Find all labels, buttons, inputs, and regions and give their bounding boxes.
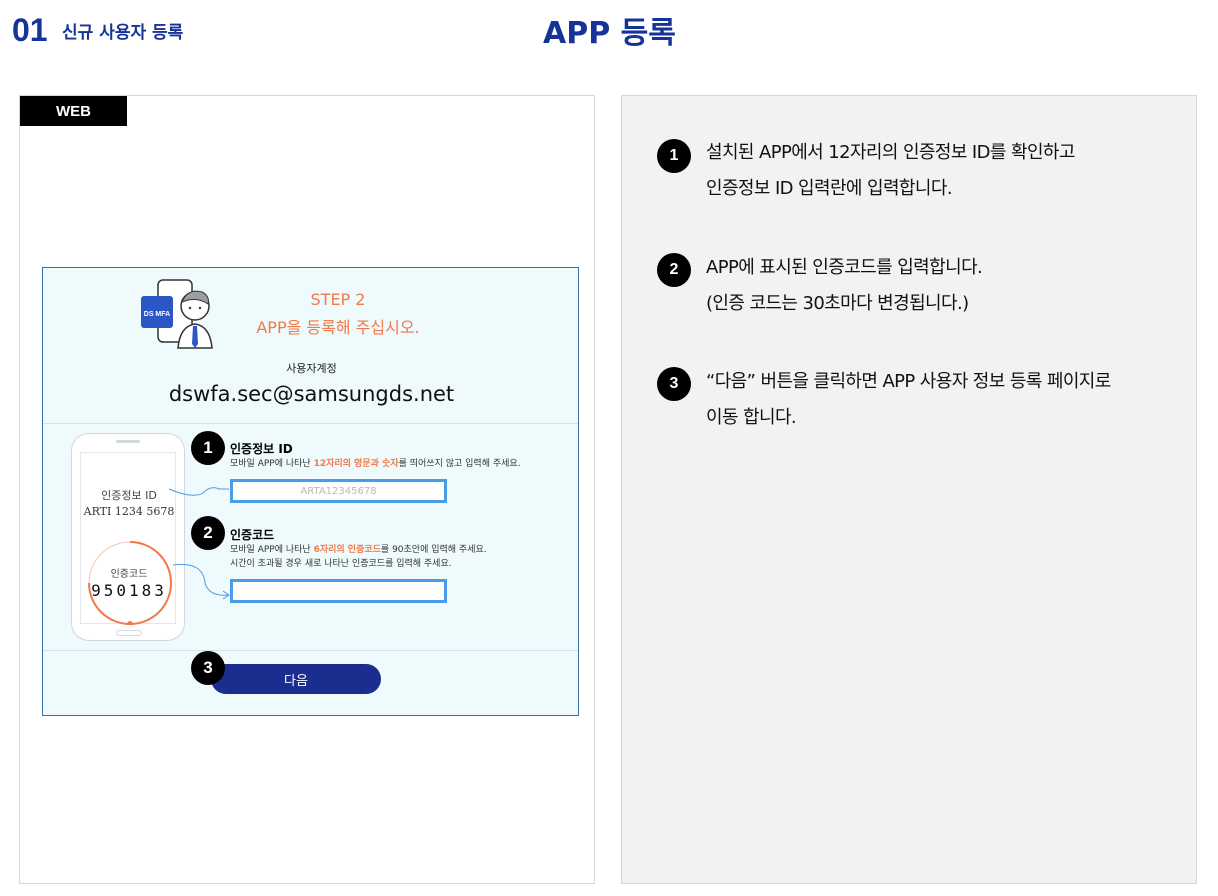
field-desc-id: 모바일 APP에 나타난 12자리의 영문과 숫자를 띄어쓰지 않고 입력해 주… xyxy=(230,459,521,469)
auth-code-input[interactable] xyxy=(230,579,447,603)
page-title: APP 등록 xyxy=(543,16,676,51)
instruction-step-3: “다음” 버튼을 클릭하면 APP 사용자 정보 등록 페이지로 이동 합니다. xyxy=(706,371,1111,428)
divider xyxy=(43,423,578,424)
step-badge-3: 3 xyxy=(191,651,225,685)
step-badge-2: 2 xyxy=(191,516,225,550)
field-title-id: 인증정보 ID xyxy=(230,442,293,456)
user-with-phone-illustration: DS MFA xyxy=(138,278,223,353)
account-email: dswfa.sec@samsungds.net xyxy=(168,382,455,406)
auth-id-input[interactable]: ARTA12345678 xyxy=(230,479,447,503)
section-subtitle: 신규 사용자 등록 xyxy=(62,23,184,43)
section-number: 01 xyxy=(12,12,48,48)
instruction-step-1: 설치된 APP에서 12자리의 인증정보 ID를 확인하고 인증정보 ID 입력… xyxy=(706,142,1075,199)
instructions-panel: 1 설치된 APP에서 12자리의 인증정보 ID를 확인하고 인증정보 ID … xyxy=(621,95,1197,884)
field-desc-code: 모바일 APP에 나타난 6자리의 인증코드를 90초안에 입력해 주세요. 시… xyxy=(230,545,487,569)
instruction-step-2: APP에 표시된 인증코드를 입력합니다. (인증 코드는 30초마다 변경됩니… xyxy=(706,257,983,314)
app-registration-screenshot: DS MFA STEP 2 APP을 등록해 주십시오. 사용자계정 dswfa… xyxy=(42,267,579,716)
app-badge-text: DS MFA xyxy=(144,311,170,318)
phone-screen: 인증정보 ID ARTI 1234 5678 인증코드 950183 xyxy=(80,452,176,625)
instruction-badge-1: 1 xyxy=(657,139,691,173)
step-subtitle: APP을 등록해 주십시오. xyxy=(256,318,420,337)
step-badge-1: 1 xyxy=(191,431,225,465)
field-title-code: 인증코드 xyxy=(230,528,275,542)
web-tag: WEB xyxy=(20,96,127,126)
step-title: STEP 2 xyxy=(310,290,366,309)
account-label: 사용자계정 xyxy=(286,362,337,375)
instruction-badge-3: 3 xyxy=(657,367,691,401)
instruction-badge-2: 2 xyxy=(657,253,691,287)
divider xyxy=(43,650,578,651)
next-button[interactable]: 다음 xyxy=(211,664,381,694)
